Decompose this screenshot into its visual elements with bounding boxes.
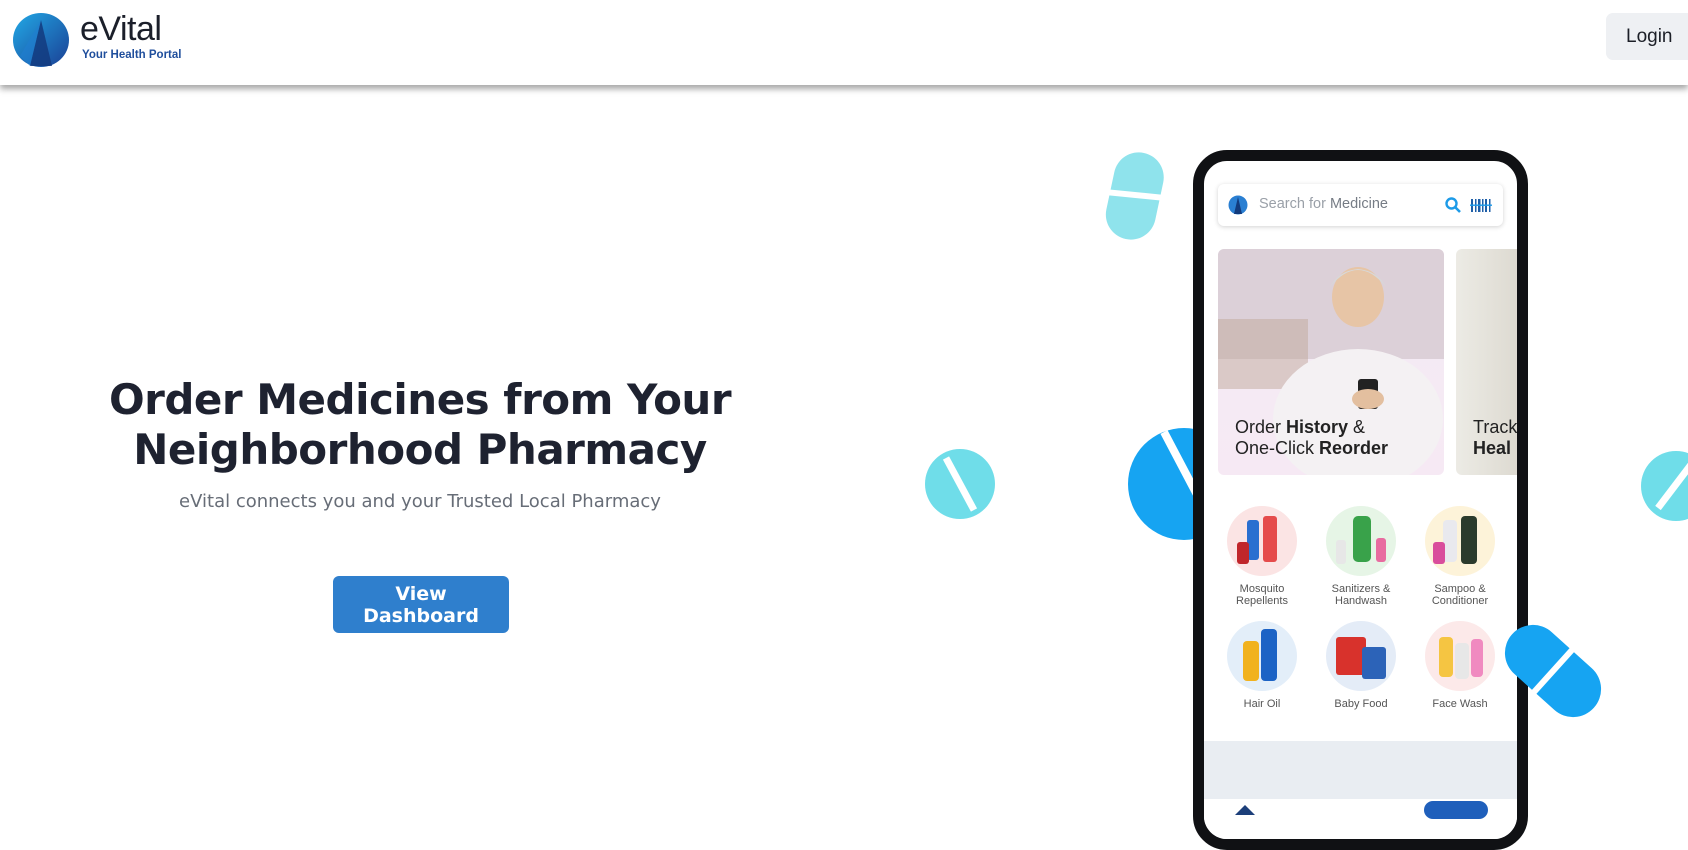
view-dashboard-button[interactable]: View Dashboard — [333, 576, 509, 633]
category-image — [1227, 506, 1297, 576]
evital-logo-icon — [1228, 195, 1248, 215]
evital-logo-icon[interactable] — [12, 12, 70, 68]
phone-mockup: Search for Medicine Order History & One-… — [1193, 150, 1528, 850]
hero-title-line2: Neighborhood Pharmacy — [133, 425, 707, 474]
track-health-banner[interactable]: Track Heal — [1456, 249, 1518, 475]
placeholder-word: Medicine — [1329, 196, 1388, 212]
category-image — [1326, 506, 1396, 576]
search-icon[interactable] — [1444, 196, 1462, 214]
pill-icon — [1641, 451, 1688, 521]
phone-search-bar[interactable]: Search for Medicine — [1218, 184, 1503, 226]
nav-active-tab[interactable] — [1424, 801, 1488, 819]
login-button[interactable]: Login — [1606, 13, 1688, 60]
placeholder-prefix: Search for — [1259, 196, 1326, 212]
category-image — [1326, 621, 1396, 691]
phone-bottom-nav — [1204, 799, 1517, 839]
hero-title-line1: Order Medicines from Your — [108, 375, 732, 424]
category-sampoo-conditioner[interactable]: Sampoo & Conditioner — [1410, 506, 1510, 607]
banner2-text: Track Heal — [1473, 417, 1518, 458]
pill-icon — [1128, 428, 1204, 540]
home-icon[interactable] — [1234, 803, 1256, 821]
category-image — [1425, 506, 1495, 576]
hero-subtitle: eVital connects you and your Trusted Loc… — [179, 491, 661, 512]
brand-name: eVital — [80, 10, 162, 48]
order-history-banner[interactable]: Order History & One-Click Reorder — [1218, 249, 1444, 475]
top-navbar: eVital Your Health Portal Login — [0, 0, 1688, 85]
pill-icon — [1504, 624, 1602, 718]
category-image — [1227, 621, 1297, 691]
pill-icon — [1105, 152, 1164, 240]
banner-text: Order History & One-Click Reorder — [1235, 417, 1389, 458]
barcode-icon[interactable] — [1470, 196, 1492, 214]
category-hair-oil[interactable]: Hair Oil — [1212, 621, 1312, 710]
category-baby-food[interactable]: Baby Food — [1311, 621, 1411, 710]
category-sanitizers-handwash[interactable]: Sanitizers & Handwash — [1311, 506, 1411, 607]
brand-tagline: Your Health Portal — [82, 49, 182, 61]
pill-icon — [925, 449, 995, 519]
phone-search-placeholder: Search for Medicine — [1259, 196, 1388, 212]
hero-title: Order Medicines from Your Neighborhood P… — [100, 375, 740, 475]
category-mosquito-repellents[interactable]: Mosquito Repellents — [1212, 506, 1312, 607]
category-image — [1425, 621, 1495, 691]
